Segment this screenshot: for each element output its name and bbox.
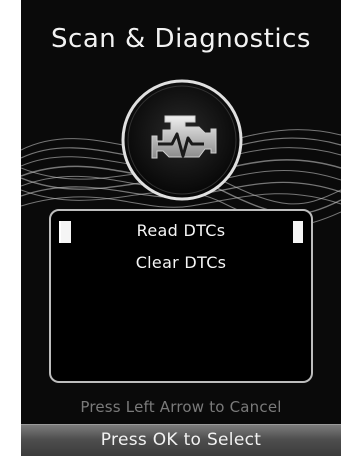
select-bar[interactable]: Press OK to Select (21, 424, 341, 456)
cancel-hint: Press Left Arrow to Cancel (80, 398, 282, 416)
menu-box: Read DTCs Clear DTCs (49, 209, 313, 383)
screen-title: Scan & Diagnostics (51, 24, 311, 54)
select-hint: Press OK to Select (100, 430, 262, 450)
device-screen: Scan & Diagnostics Read DTCs Clear DTCs … (21, 0, 341, 456)
check-engine-icon (121, 79, 243, 201)
menu-item-clear-dtcs[interactable]: Clear DTCs (51, 253, 311, 272)
menu-item-read-dtcs[interactable]: Read DTCs (51, 221, 311, 240)
